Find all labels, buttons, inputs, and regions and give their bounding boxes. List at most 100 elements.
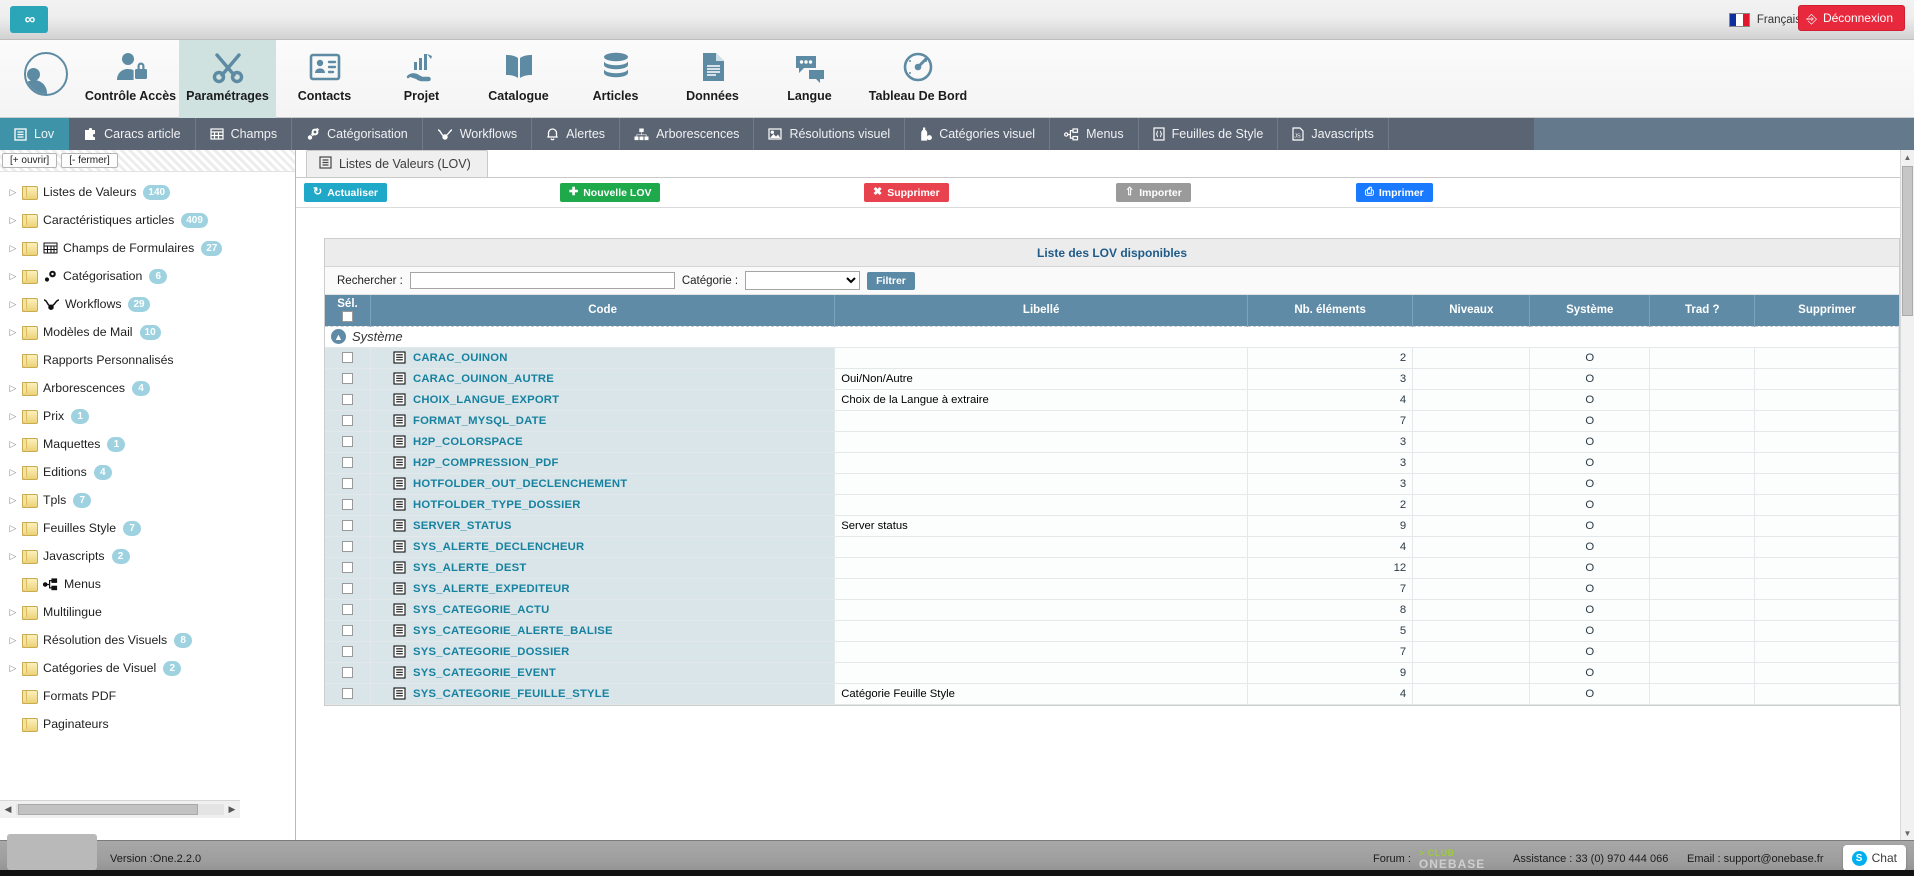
tab-lov[interactable]: Lov [0, 118, 70, 150]
row-supprimer-cell[interactable] [1754, 536, 1899, 558]
row-supprimer-cell[interactable] [1754, 599, 1899, 621]
row-code-cell[interactable]: FORMAT_MYSQL_DATE [370, 410, 836, 432]
row-code-cell[interactable]: SERVER_STATUS [370, 515, 836, 537]
row-checkbox[interactable] [341, 436, 353, 448]
table-row[interactable]: SYS_ALERTE_EXPEDITEUR 7 O [325, 578, 1899, 600]
category-select[interactable] [745, 271, 861, 290]
column-header-code[interactable]: Code [370, 295, 836, 326]
table-row[interactable]: SYS_CATEGORIE_ACTU 8 O [325, 599, 1899, 621]
tree-item-champs-de-formulaires[interactable]: ▷ Champs de Formulaires 27 [0, 234, 295, 262]
tab-resolutions-visuel[interactable]: Résolutions visuel [754, 118, 906, 150]
tab-categorisation[interactable]: Catégorisation [292, 118, 423, 150]
delete-button[interactable]: ✖ Supprimer [864, 183, 949, 202]
row-supprimer-cell[interactable] [1754, 494, 1899, 516]
chat-button[interactable]: S Chat [1842, 845, 1906, 871]
row-code-cell[interactable]: SYS_ALERTE_DEST [370, 557, 836, 579]
table-row[interactable]: HOTFOLDER_TYPE_DOSSIER 2 O [325, 494, 1899, 516]
table-row[interactable]: FORMAT_MYSQL_DATE 7 O [325, 410, 1899, 432]
tree-item-listes-de-valeurs[interactable]: ▷ Listes de Valeurs 140 [0, 178, 295, 206]
row-code-link[interactable]: SYS_ALERTE_EXPEDITEUR [413, 583, 570, 595]
chevron-right-icon[interactable]: ▷ [4, 215, 22, 226]
chevron-right-icon[interactable]: ▷ [4, 663, 22, 674]
module-projet[interactable]: Projet [373, 40, 470, 118]
row-code-link[interactable]: CARAC_OUINON_AUTRE [413, 373, 554, 385]
logout-button[interactable]: ⎆ Déconnexion [1797, 5, 1905, 31]
tab-categories-visuel[interactable]: Catégories visuel [905, 118, 1051, 150]
row-select-cell[interactable] [325, 557, 371, 579]
row-select-cell[interactable] [325, 536, 371, 558]
row-code-cell[interactable]: SYS_CATEGORIE_ACTU [370, 599, 836, 621]
row-supprimer-cell[interactable] [1754, 620, 1899, 642]
group-header-row[interactable]: ▲ Système [325, 325, 1899, 348]
tree-horizontal-scrollbar[interactable]: ◀ ▶ [0, 800, 240, 818]
row-select-cell[interactable] [325, 494, 371, 516]
table-row[interactable]: CARAC_OUINON 2 O [325, 347, 1899, 369]
tree-item-menus[interactable]: Menus [0, 570, 295, 598]
tree-item-maquettes[interactable]: ▷ Maquettes 1 [0, 430, 295, 458]
row-select-cell[interactable] [325, 683, 371, 705]
row-code-cell[interactable]: SYS_CATEGORIE_DOSSIER [370, 641, 836, 663]
row-supprimer-cell[interactable] [1754, 578, 1899, 600]
table-row[interactable]: SYS_CATEGORIE_DOSSIER 7 O [325, 641, 1899, 663]
row-supprimer-cell[interactable] [1754, 389, 1899, 411]
tree-item-feuilles-style[interactable]: ▷ Feuilles Style 7 [0, 514, 295, 542]
row-checkbox[interactable] [341, 625, 353, 637]
row-supprimer-cell[interactable] [1754, 410, 1899, 432]
tab-menus[interactable]: Menus [1050, 118, 1139, 150]
row-checkbox[interactable] [341, 646, 353, 658]
row-checkbox[interactable] [341, 562, 353, 574]
tab-workflows[interactable]: Workflows [423, 118, 533, 150]
row-code-link[interactable]: SYS_CATEGORIE_EVENT [413, 667, 556, 679]
tree-item-workflows[interactable]: ▷ Workflows 29 [0, 290, 295, 318]
module-contacts[interactable]: Contacts [276, 40, 373, 118]
scroll-track[interactable] [16, 804, 224, 815]
row-select-cell[interactable] [325, 452, 371, 474]
module-donnees[interactable]: Données [664, 40, 761, 118]
tab-alertes[interactable]: Alertes [532, 118, 621, 150]
row-supprimer-cell[interactable] [1754, 641, 1899, 663]
chevron-right-icon[interactable]: ▷ [4, 495, 22, 506]
column-header-nb-elements[interactable]: Nb. éléments [1247, 295, 1414, 326]
tree-item-arborescences[interactable]: ▷ Arborescences 4 [0, 374, 295, 402]
row-checkbox[interactable] [341, 499, 353, 511]
row-checkbox[interactable] [341, 373, 353, 385]
row-supprimer-cell[interactable] [1754, 368, 1899, 390]
chevron-up-icon[interactable]: ▲ [331, 329, 346, 344]
table-row[interactable]: CHOIX_LANGUE_EXPORT Choix de la Langue à … [325, 389, 1899, 411]
row-supprimer-cell[interactable] [1754, 515, 1899, 537]
module-catalogue[interactable]: Catalogue [470, 40, 567, 118]
tree-item-multilingue[interactable]: ▷ Multilingue [0, 598, 295, 626]
table-row[interactable]: SYS_CATEGORIE_ALERTE_BALISE 5 O [325, 620, 1899, 642]
row-code-link[interactable]: H2P_COMPRESSION_PDF [413, 457, 559, 469]
chevron-right-icon[interactable]: ▷ [4, 187, 22, 198]
content-tab-lov[interactable]: Listes de Valeurs (LOV) [306, 150, 488, 177]
expand-all-button[interactable]: [+ ouvrir] [2, 153, 58, 168]
tree-item-rapports-personnalis-s[interactable]: Rapports Personnalisés [0, 346, 295, 374]
chevron-right-icon[interactable]: ▷ [4, 607, 22, 618]
avatar[interactable] [24, 52, 68, 96]
row-select-cell[interactable] [325, 347, 371, 369]
tree-item-cat-gorisation[interactable]: ▷ Catégorisation 6 [0, 262, 295, 290]
scroll-thumb-vertical[interactable] [1902, 166, 1913, 316]
row-code-cell[interactable]: SYS_CATEGORIE_FEUILLE_STYLE [370, 683, 836, 705]
chevron-right-icon[interactable]: ▷ [4, 551, 22, 562]
column-header-trad[interactable]: Trad ? [1649, 295, 1756, 326]
table-row[interactable]: H2P_COLORSPACE 3 O [325, 431, 1899, 453]
column-header-supprimer[interactable]: Supprimer [1754, 295, 1899, 326]
tab-caracs-article[interactable]: Caracs article [69, 118, 196, 150]
row-select-cell[interactable] [325, 662, 371, 684]
table-row[interactable]: SYS_CATEGORIE_EVENT 9 O [325, 662, 1899, 684]
row-code-link[interactable]: HOTFOLDER_TYPE_DOSSIER [413, 499, 581, 511]
row-code-link[interactable]: SYS_ALERTE_DECLENCHEUR [413, 541, 584, 553]
row-code-link[interactable]: SYS_ALERTE_DEST [413, 562, 527, 574]
tree-list[interactable]: ▷ Listes de Valeurs 140 ▷ Caractéristiques a… [0, 172, 295, 790]
row-checkbox[interactable] [341, 457, 353, 469]
new-lov-button[interactable]: ✚ Nouvelle LOV [560, 183, 661, 202]
print-button[interactable]: ⎙ Imprimer [1356, 183, 1433, 202]
app-logo[interactable]: ∞ [10, 6, 48, 33]
row-select-cell[interactable] [325, 389, 371, 411]
row-select-cell[interactable] [325, 515, 371, 537]
row-code-cell[interactable]: SYS_CATEGORIE_ALERTE_BALISE [370, 620, 836, 642]
row-supprimer-cell[interactable] [1754, 683, 1899, 705]
module-articles[interactable]: Articles [567, 40, 664, 118]
